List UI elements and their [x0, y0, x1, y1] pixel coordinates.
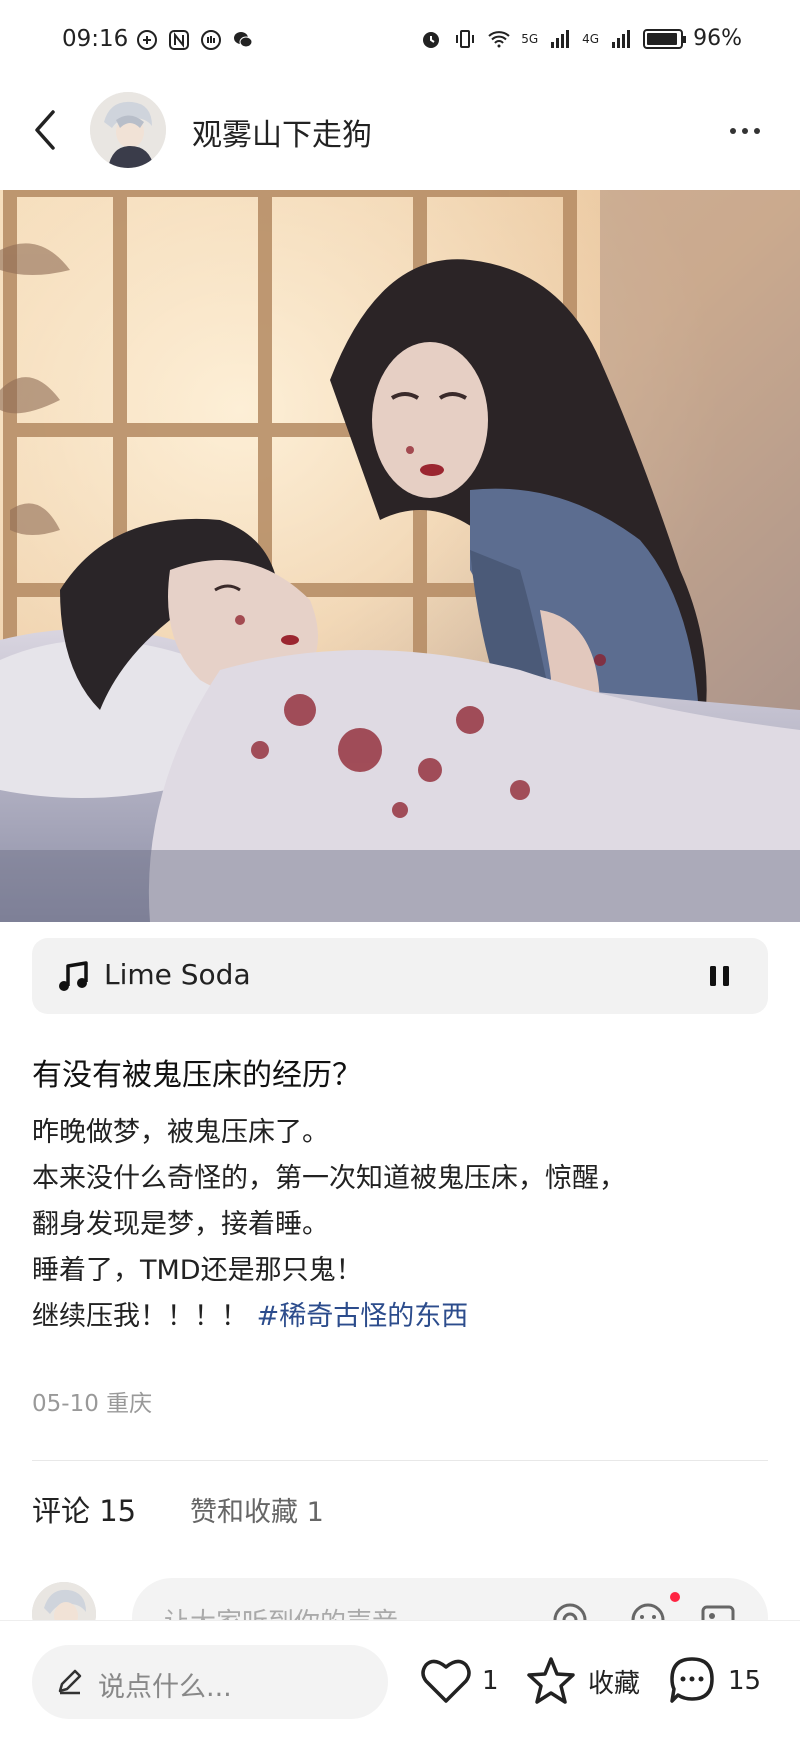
post-meta: 05-10 重庆	[32, 1384, 152, 1418]
bottom-action-bar: 说点什么... 1 收藏 15	[0, 1620, 800, 1741]
post-body-last-line: 继续压我！！！！ #稀奇古怪的东西	[32, 1294, 772, 1340]
alert-circle-icon	[137, 30, 157, 50]
music-note-icon	[59, 961, 88, 991]
comment-button[interactable]: 15	[666, 1653, 761, 1709]
dot-icon	[730, 128, 736, 134]
vibrate-icon	[456, 29, 475, 48]
network-4g-label: 4G	[582, 31, 600, 46]
dot-icon	[742, 128, 748, 134]
avatar-image	[90, 92, 166, 168]
tab-comments[interactable]: 评论 15	[32, 1488, 136, 1530]
dot-icon	[754, 128, 760, 134]
status-bar: 09:16 5G 4G 96%	[0, 0, 800, 80]
status-time: 09:16	[62, 26, 129, 52]
battery-percent: 96%	[693, 26, 742, 51]
status-system-icons: 5G 4G 96%	[419, 26, 742, 51]
pause-icon[interactable]	[706, 962, 734, 990]
post-body-line: 继续压我！！！！	[32, 1301, 248, 1332]
post-illustration	[0, 190, 800, 922]
author-name[interactable]: 观雾山下走狗	[192, 110, 372, 154]
heart-icon	[421, 1659, 471, 1703]
hashtag-link[interactable]: #稀奇古怪的东西	[257, 1301, 469, 1332]
say-something-input[interactable]: 说点什么...	[32, 1645, 388, 1719]
network-5g-label: 5G	[521, 31, 539, 46]
back-button[interactable]	[24, 102, 64, 158]
divider	[32, 1460, 768, 1461]
post-body-line: 本来没什么奇怪的，第一次知道被鬼压床，惊醒，	[32, 1163, 626, 1194]
star-icon	[527, 1657, 575, 1704]
post-location: 重庆	[106, 1391, 153, 1417]
post-body-line: 昨晚做梦，被鬼压床了。	[32, 1117, 329, 1148]
post-body: 昨晚做梦，被鬼压床了。 本来没什么奇怪的，第一次知道被鬼压床，惊醒， 翻身发现是…	[32, 1110, 772, 1340]
music-title: Lime Soda	[104, 958, 251, 991]
collect-label: 收藏	[588, 1668, 641, 1699]
signal-icon-2	[612, 29, 631, 48]
wifi-icon	[488, 30, 510, 47]
alarm-icon	[423, 31, 440, 48]
chevron-left-icon	[35, 110, 55, 150]
pencil-icon	[58, 1669, 82, 1695]
notification-dot	[670, 1592, 680, 1602]
like-button[interactable]: 1	[420, 1653, 499, 1709]
post-title: 有没有被鬼压床的经历？	[32, 1058, 362, 1093]
like-count: 1	[482, 1666, 499, 1696]
post-date: 05-10	[32, 1391, 99, 1417]
say-placeholder: 说点什么...	[98, 1672, 232, 1703]
post-image[interactable]	[0, 190, 800, 922]
hand-icon	[201, 30, 221, 50]
comment-bubble-icon	[670, 1657, 714, 1703]
post-body-line: 睡着了，TMD还是那只鬼！	[32, 1255, 363, 1286]
wechat-icon	[234, 32, 253, 48]
comment-count: 15	[728, 1666, 762, 1696]
post-header: 观雾山下走狗	[0, 80, 800, 180]
signal-icon	[551, 29, 570, 48]
status-notification-icons	[135, 28, 255, 52]
collect-button[interactable]: 收藏	[524, 1653, 640, 1709]
tab-likes-collects[interactable]: 赞和收藏 1	[190, 1490, 324, 1529]
music-player[interactable]: Lime Soda	[32, 938, 768, 1014]
more-options-button[interactable]	[720, 116, 770, 146]
battery-icon	[643, 28, 687, 49]
nfc-icon	[169, 30, 189, 50]
post-body-line: 翻身发现是梦，接着睡。	[32, 1209, 329, 1240]
author-avatar[interactable]	[90, 92, 166, 168]
